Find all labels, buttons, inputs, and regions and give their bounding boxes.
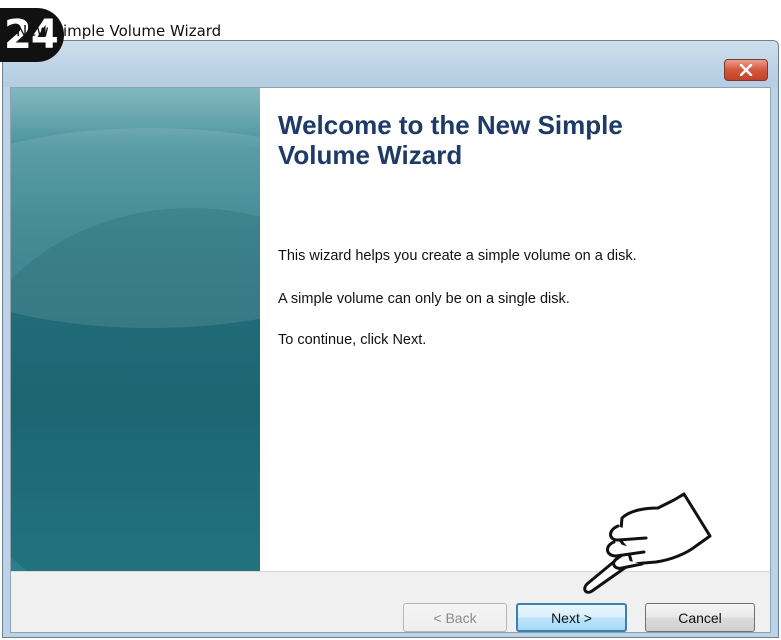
wizard-heading: Welcome to the New Simple Volume Wizard [278,110,623,170]
wizard-content: Welcome to the New Simple Volume Wizard … [278,110,748,348]
wizard-instruction: To continue, click Next. [278,332,427,348]
wizard-note: A simple volume can only be on a single … [278,291,570,307]
close-button[interactable] [724,59,768,81]
title-bar [3,41,778,87]
wizard-description: This wizard helps you create a simple vo… [278,248,637,264]
close-icon [739,64,753,76]
pointing-hand-icon [583,492,712,594]
window-title: New Simple Volume Wizard [16,22,222,40]
wizard-side-graphic [11,88,260,571]
back-button[interactable]: < Back [403,603,507,632]
